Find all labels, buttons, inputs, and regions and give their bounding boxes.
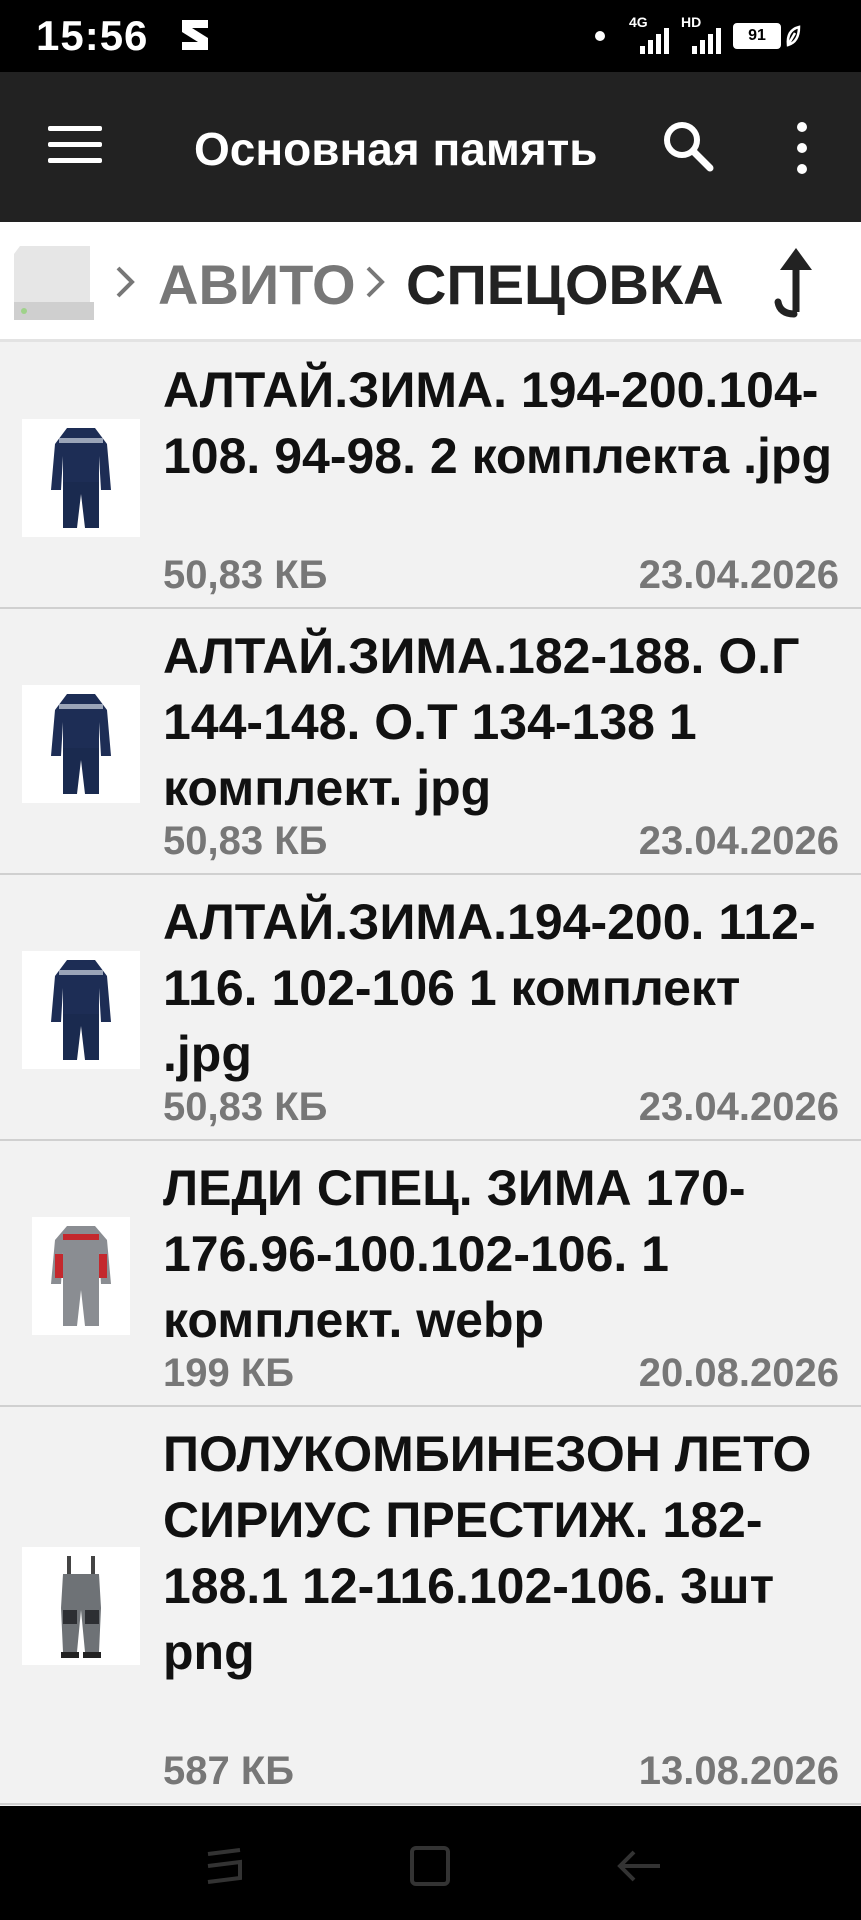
leaf-icon [786,25,801,47]
file-list-item[interactable]: АЛТАЙ.ЗИМА.182-188. О.Г 144-148. О.Т 134… [0,611,861,875]
file-list-item[interactable]: АЛТАЙ.ЗИМА. 194-200.104-108. 94-98. 2 ко… [0,345,861,609]
file-size: 50,83 КБ [163,819,328,863]
search-icon[interactable] [660,118,716,174]
file-name: АЛТАЙ.ЗИМА.182-188. О.Г 144-148. О.Т 134… [163,628,800,816]
file-size: 587 КБ [163,1749,295,1793]
back-icon[interactable] [610,1842,666,1890]
app-notification-icon [182,20,208,50]
file-list-item[interactable]: ЛЕДИ СПЕЦ. ЗИМА 170-176.96-100.102-106. … [0,1143,861,1407]
file-date: 23.04.2026 [638,553,839,597]
file-thumbnail [32,1217,130,1335]
file-date: 13.08.2026 [638,1749,839,1793]
breadcrumb-item-current[interactable]: СПЕЦОВКА [406,252,724,317]
chevron-right-icon [366,266,385,298]
navy-winter-suit-icon [51,694,111,794]
file-thumbnail [22,951,140,1069]
file-name: ПОЛУКОМБИНЕЗОН ЛЕТО СИРИУС ПРЕСТИЖ. 182-… [163,1426,812,1680]
notification-dot-icon [595,31,605,41]
status-bar: 15:56 4G HD 91 [0,0,861,72]
breadcrumb-item-avito[interactable]: АВИТО [158,252,356,317]
battery-level: 91 [733,23,781,49]
signal-hd-icon: HD [681,14,721,54]
status-time: 15:56 [36,12,149,59]
folder-up-icon[interactable] [770,244,820,320]
chevron-right-icon [116,266,135,298]
file-size: 50,83 КБ [163,1085,328,1129]
file-thumbnail [22,1547,140,1665]
file-date: 23.04.2026 [638,1085,839,1129]
home-icon[interactable] [402,1842,458,1890]
menu-icon[interactable] [48,126,102,166]
file-list-item[interactable]: АЛТАЙ.ЗИМА.194-200. 112-116. 102-106 1 к… [0,877,861,1141]
navy-winter-suit-icon [51,960,111,1060]
file-name: ЛЕДИ СПЕЦ. ЗИМА 170-176.96-100.102-106. … [163,1160,746,1348]
navigation-bar [0,1806,861,1920]
battery-icon: 91 [733,23,801,49]
file-thumbnail [22,419,140,537]
file-size: 199 КБ [163,1351,295,1395]
file-size: 50,83 КБ [163,553,328,597]
recent-apps-icon[interactable] [196,1842,252,1890]
storage-drive-icon[interactable] [10,240,94,326]
navy-winter-suit-icon [51,428,111,528]
app-title: Основная память [194,123,598,175]
status-indicators: 4G HD 91 [595,14,801,56]
breadcrumb: АВИТО СПЕЦОВКА [0,222,861,342]
app-bar: Основная память [0,72,861,222]
grey-overalls-icon [61,1556,101,1658]
file-name: АЛТАЙ.ЗИМА.194-200. 112-116. 102-106 1 к… [163,894,816,1082]
file-date: 23.04.2026 [638,819,839,863]
file-date: 20.08.2026 [638,1351,839,1395]
file-name: АЛТАЙ.ЗИМА. 194-200.104-108. 94-98. 2 ко… [163,362,832,484]
file-list-item[interactable]: ПОЛУКОМБИНЕЗОН ЛЕТО СИРИУС ПРЕСТИЖ. 182-… [0,1409,861,1805]
file-thumbnail [22,685,140,803]
signal-4g-icon: 4G [629,14,669,54]
grey-red-winter-suit-icon [51,1226,111,1326]
more-options-icon[interactable] [790,122,814,174]
